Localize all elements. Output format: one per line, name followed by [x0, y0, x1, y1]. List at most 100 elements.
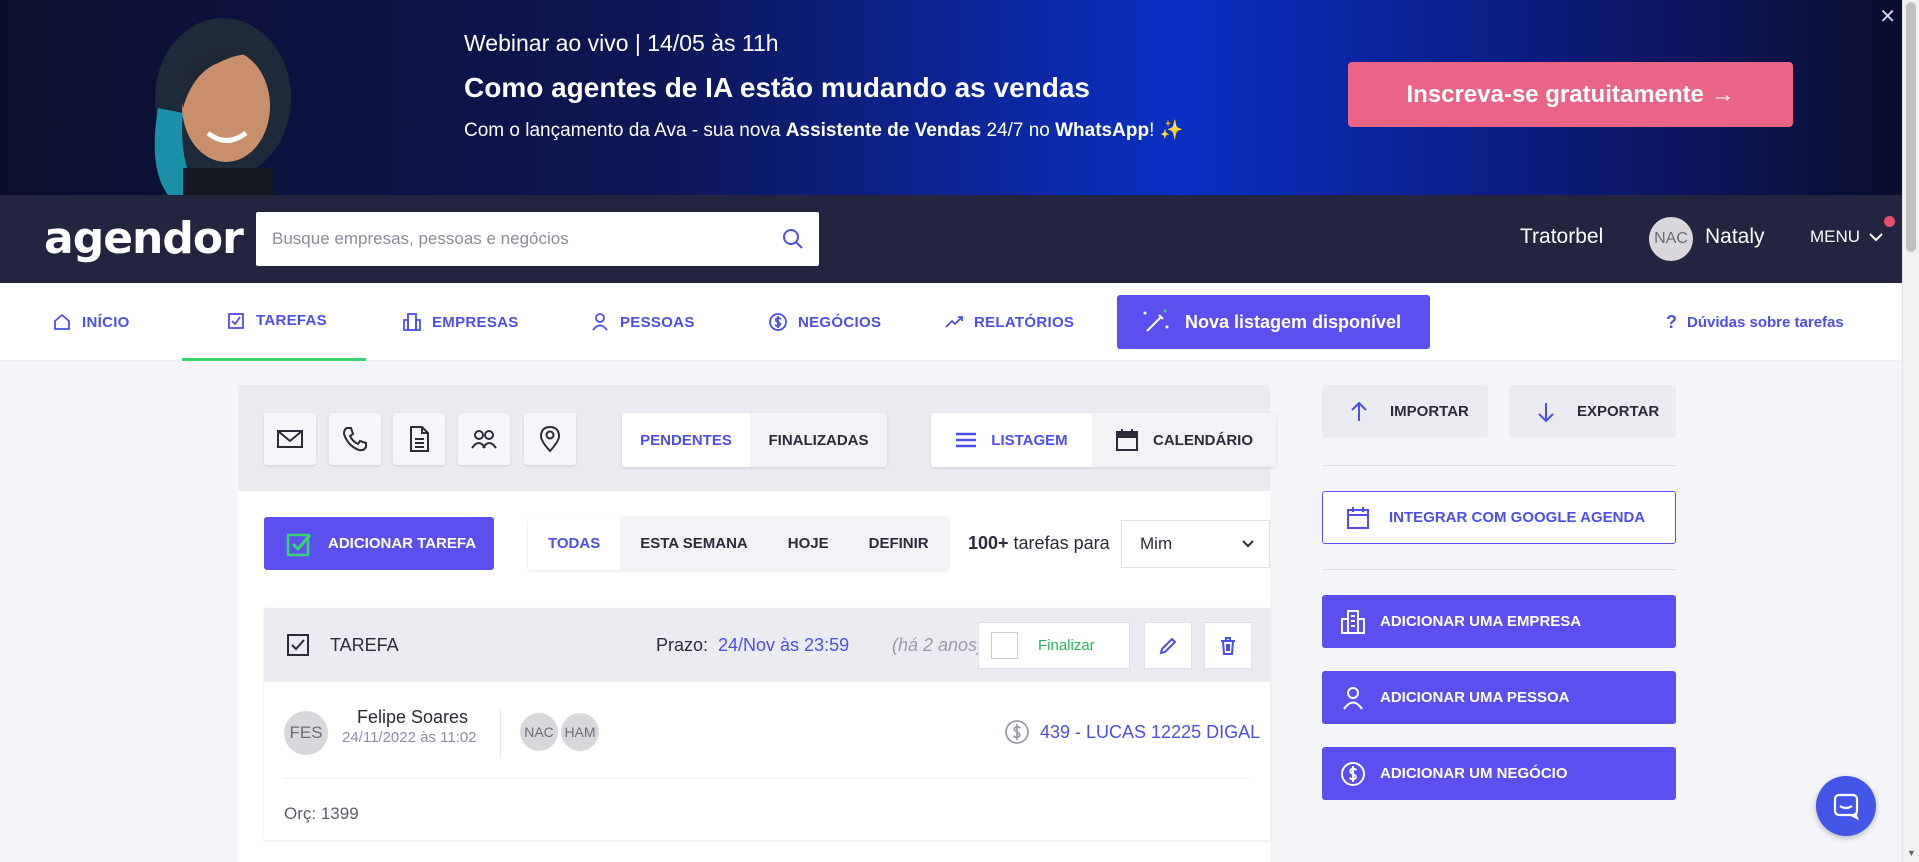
section-tabs: INÍCIO TAREFAS EMPRESAS PESSOAS NEGÓCIOS… — [0, 283, 1902, 361]
tab-pessoas[interactable]: PESSOAS — [590, 283, 695, 361]
add-deal-label: ADICIONAR UM NEGÓCIO — [1380, 765, 1568, 782]
period-hoje[interactable]: HOJE — [767, 517, 849, 570]
delete-task-button[interactable] — [1204, 622, 1252, 669]
period-todas[interactable]: TODAS — [528, 517, 621, 570]
user-avatar[interactable]: NAC — [1649, 217, 1693, 261]
home-icon — [54, 313, 70, 330]
owner-select-value: Mim — [1140, 534, 1173, 553]
subscribe-button[interactable]: Inscreva-se gratuitamente → — [1348, 62, 1793, 127]
due-relative: (há 2 anos) — [892, 635, 984, 655]
chat-icon — [1833, 793, 1860, 821]
checkbox-icon — [228, 312, 244, 329]
menu-button[interactable]: MENU — [1810, 216, 1895, 247]
participant-avatar[interactable]: HAM — [561, 713, 599, 751]
calendar-icon — [1116, 429, 1138, 451]
add-company-button[interactable]: ADICIONAR UMA EMPRESA — [1322, 595, 1676, 648]
tab-inicio[interactable]: INÍCIO — [52, 283, 130, 361]
divider — [1322, 465, 1676, 466]
chevron-down-icon — [1869, 233, 1883, 242]
magic-wand-icon — [1143, 309, 1169, 332]
banner-sub-bold-assistant: Assistente de Vendas — [785, 120, 982, 141]
help-label: Dúvidas sobre tarefas — [1687, 313, 1844, 331]
export-label: EXPORTAR — [1577, 403, 1660, 420]
filter-email-button[interactable] — [264, 413, 316, 465]
scrollbar-thumb[interactable] — [1906, 2, 1916, 252]
period-filter: TODAS ESTA SEMANA HOJE DEFINIR — [528, 517, 949, 570]
document-icon — [410, 426, 429, 452]
owner-select[interactable]: Mim — [1121, 520, 1270, 568]
task-card: TAREFA Prazo: 24/Nov às 23:59 (há 2 anos… — [264, 608, 1270, 840]
linked-deal-link[interactable]: 439 - LUCAS 12225 DIGAL — [1004, 719, 1260, 745]
page-scrollbar[interactable]: ▼ — [1902, 0, 1919, 862]
view-listagem[interactable]: LISTAGEM — [931, 413, 1092, 467]
filter-phone-button[interactable] — [329, 413, 381, 465]
add-person-button[interactable]: ADICIONAR UMA PESSOA — [1322, 671, 1676, 724]
filter-location-button[interactable] — [524, 413, 576, 465]
agendor-logo[interactable]: agendor — [44, 213, 244, 264]
author-avatar[interactable]: FES — [284, 711, 328, 755]
person-icon — [1343, 686, 1363, 710]
banner-sub-mid: 24/7 no — [981, 120, 1056, 141]
banner-sub-suffix: ! ✨ — [1149, 120, 1184, 141]
finalize-checkbox[interactable] — [991, 632, 1018, 659]
task-note: Orç: 1399 — [284, 804, 359, 823]
location-icon — [539, 425, 561, 453]
period-esta-semana[interactable]: ESTA SEMANA — [620, 517, 768, 570]
task-count-number: 100+ — [968, 533, 1009, 553]
user-name[interactable]: Nataly — [1705, 225, 1765, 249]
scroll-down-icon[interactable]: ▼ — [1907, 848, 1916, 858]
new-listing-button[interactable]: Nova listagem disponível — [1117, 295, 1430, 349]
view-calendario-label: CALENDÁRIO — [1153, 431, 1253, 449]
period-definir[interactable]: DEFINIR — [848, 517, 949, 570]
menu-label: MENU — [1810, 227, 1861, 246]
building-icon — [403, 313, 421, 331]
arrow-up-icon — [1351, 401, 1367, 421]
filter-document-button[interactable] — [393, 413, 445, 465]
search-input[interactable] — [256, 212, 819, 266]
dollar-circle-icon — [769, 313, 787, 331]
edit-task-button[interactable] — [1144, 622, 1192, 669]
view-calendario[interactable]: CALENDÁRIO — [1092, 413, 1276, 467]
add-task-button[interactable]: ADICIONAR TAREFA — [264, 517, 494, 570]
tab-relatorios[interactable]: RELATÓRIOS — [944, 283, 1074, 361]
pencil-icon — [1159, 637, 1177, 654]
notification-dot — [1883, 216, 1895, 227]
question-icon: ? — [1666, 311, 1677, 332]
view-listagem-label: LISTAGEM — [991, 431, 1068, 449]
close-banner-icon[interactable]: ✕ — [1879, 4, 1896, 29]
help-link[interactable]: ? Dúvidas sobre tarefas — [1666, 283, 1844, 361]
status-pendentes[interactable]: PENDENTES — [622, 413, 750, 467]
meeting-icon — [471, 430, 497, 449]
export-button[interactable]: EXPORTAR — [1509, 385, 1676, 438]
trash-icon — [1221, 636, 1235, 655]
tab-pessoas-label: PESSOAS — [620, 313, 695, 331]
tasks-toolbar: PENDENTES FINALIZADAS LISTAGEM CALENDÁRI… — [238, 385, 1276, 491]
status-finalizadas[interactable]: FINALIZADAS — [750, 413, 887, 467]
trend-chart-icon — [945, 316, 963, 328]
check-square-icon — [286, 533, 312, 556]
tab-tarefas-label: TAREFAS — [256, 312, 327, 329]
import-label: IMPORTAR — [1390, 403, 1469, 420]
integrate-google-calendar-button[interactable]: INTEGRAR COM GOOGLE AGENDA — [1322, 491, 1676, 544]
participant-avatar[interactable]: NAC — [520, 713, 558, 751]
due-date: 24/Nov às 23:59 — [718, 635, 850, 655]
banner-sub-prefix: Com o lançamento da Ava - sua nova — [464, 120, 786, 141]
due-label: Prazo: — [656, 635, 709, 655]
search-icon[interactable] — [781, 227, 805, 251]
tab-empresas[interactable]: EMPRESAS — [402, 283, 519, 361]
global-search — [256, 212, 819, 266]
top-navbar: agendor Tratorbel NAC Nataly MENU — [0, 195, 1902, 283]
task-type-label: TAREFA — [330, 634, 399, 655]
new-listing-label: Nova listagem disponível — [1185, 311, 1402, 332]
company-name[interactable]: Tratorbel — [1520, 225, 1603, 249]
filter-meeting-button[interactable] — [458, 413, 510, 465]
tab-tarefas[interactable]: TAREFAS — [182, 283, 366, 361]
finalize-button[interactable]: Finalizar — [978, 622, 1130, 669]
chat-support-button[interactable] — [1816, 776, 1876, 836]
add-task-label: ADICIONAR TAREFA — [328, 535, 477, 552]
task-type: TAREFA — [286, 633, 399, 657]
import-button[interactable]: IMPORTAR — [1322, 385, 1488, 438]
add-deal-button[interactable]: ADICIONAR UM NEGÓCIO — [1322, 747, 1676, 800]
tab-empresas-label: EMPRESAS — [432, 313, 519, 331]
tab-negocios[interactable]: NEGÓCIOS — [768, 283, 881, 361]
